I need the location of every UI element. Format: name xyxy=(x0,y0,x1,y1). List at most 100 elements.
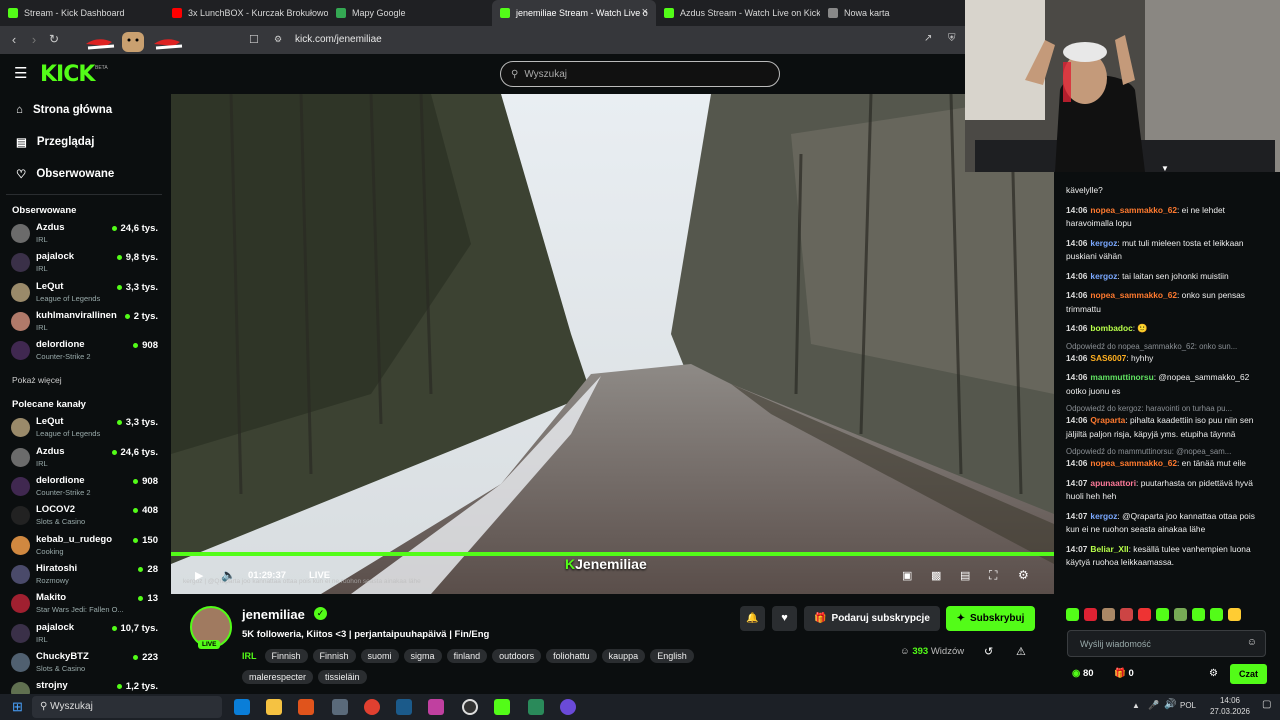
emote-icon[interactable] xyxy=(1138,608,1151,621)
stream-tag[interactable]: kauppa xyxy=(601,649,646,663)
sidebar-channel[interactable]: Hiratoshi Rozmowy 28 xyxy=(0,560,168,589)
sidebar-nav-item[interactable]: ▤ Przeglądaj xyxy=(0,126,168,158)
notification-bell-button[interactable]: 🔔 xyxy=(740,606,765,631)
stream-tag[interactable]: malerespecter xyxy=(242,670,314,684)
back-icon[interactable]: ‹ xyxy=(4,32,24,47)
tray-chevron-icon[interactable]: ▲ xyxy=(1132,701,1140,710)
chat-username[interactable]: nopea_sammakko_62 xyxy=(1090,290,1177,300)
chat-username[interactable]: Qraparta xyxy=(1090,415,1125,425)
emote-icon[interactable] xyxy=(1156,608,1169,621)
steam-icon[interactable] xyxy=(396,699,412,715)
sidebar-channel[interactable]: delordione Counter-Strike 2 908 xyxy=(0,472,168,501)
settings-icon[interactable]: ⚙ xyxy=(1018,568,1029,582)
sidebar-channel[interactable]: strojny 1,2 tys. xyxy=(0,677,168,694)
emote-icon[interactable] xyxy=(1102,608,1115,621)
shield-icon[interactable]: ⛨ xyxy=(948,33,956,44)
share-stream-icon[interactable]: ↺ xyxy=(984,645,993,658)
chat-settings-icon[interactable]: ⚙ xyxy=(1209,668,1218,679)
volume-icon[interactable]: 🔈 xyxy=(221,568,236,582)
clip-icon[interactable]: ▩ xyxy=(931,569,941,582)
stream-tag[interactable]: Finnish xyxy=(264,649,308,663)
sidebar-channel[interactable]: Makito Star Wars Jedi: Fallen O... 13 xyxy=(0,589,168,618)
browser-tab[interactable]: jenemiliae Stream - Watch Live o × xyxy=(492,0,656,26)
streamer-name[interactable]: jenemiliae xyxy=(242,607,305,622)
search-input[interactable]: ⚲ Wyszukaj xyxy=(500,61,780,87)
emote-icon[interactable] xyxy=(1084,608,1097,621)
stream-tag[interactable]: outdoors xyxy=(492,649,542,663)
show-more-link[interactable]: Pokaż więcej xyxy=(0,371,168,389)
fullscreen-icon[interactable]: ⛶ xyxy=(989,568,997,583)
chat-username[interactable]: bombadoc xyxy=(1090,323,1132,333)
category-link[interactable]: IRL xyxy=(242,651,257,661)
sidebar-channel[interactable]: pajalock IRL 10,7 tys. xyxy=(0,619,168,648)
chat-input[interactable]: Wyślij wiadomość ☺ xyxy=(1067,630,1266,657)
browser-tab[interactable]: Mapy Google xyxy=(328,0,492,26)
play-icon[interactable]: ▶ xyxy=(195,569,203,582)
pip-icon[interactable]: ▣ xyxy=(902,569,912,582)
sidebar-channel[interactable]: delordione Counter-Strike 2 908 xyxy=(0,336,168,365)
sheet-icon[interactable] xyxy=(528,699,544,715)
obs-icon[interactable] xyxy=(462,699,478,715)
emote-icon[interactable] xyxy=(1174,608,1187,621)
language-indicator[interactable]: POL xyxy=(1180,701,1196,710)
sidebar-channel[interactable]: ChuckyBTZ Slots & Casino 223 xyxy=(0,648,168,677)
share-icon[interactable]: ↗ xyxy=(924,33,932,44)
sidebar-nav-item[interactable]: ⌂ Strona główna xyxy=(0,94,168,126)
site-info-icon[interactable]: ⚙ xyxy=(274,34,282,45)
kick-app-icon[interactable] xyxy=(494,699,510,715)
explorer-icon[interactable] xyxy=(266,699,282,715)
browser-tab[interactable]: Stream - Kick Dashboard xyxy=(0,0,164,26)
stream-tag[interactable]: tissieläin xyxy=(318,670,367,684)
windows-start-icon[interactable]: ⊞ xyxy=(12,699,23,715)
mic-icon[interactable]: 🎤 xyxy=(1148,700,1159,711)
browser-tab[interactable]: Nowa karta xyxy=(820,0,984,26)
stream-tag[interactable]: sigma xyxy=(403,649,442,663)
sidebar-channel[interactable]: kebab_u_rudego Cooking 150 xyxy=(0,531,168,560)
chat-username[interactable]: SAS6007 xyxy=(1090,353,1126,363)
stream-tag[interactable]: English xyxy=(650,649,694,663)
channel-points[interactable]: ◉ 80 xyxy=(1072,668,1094,679)
menu-icon[interactable]: ☰ xyxy=(14,66,27,81)
app-icon[interactable] xyxy=(332,699,348,715)
chat-username[interactable]: kergoz xyxy=(1090,511,1117,521)
emote-icon[interactable] xyxy=(1066,608,1079,621)
brave-icon[interactable] xyxy=(298,699,314,715)
sidebar-channel[interactable]: LOCOV2 Slots & Casino 408 xyxy=(0,501,168,530)
browser-tab[interactable]: Azdus Stream - Watch Live on Kick xyxy=(656,0,820,26)
sidebar-channel[interactable]: LeQut League of Legends 3,3 tys. xyxy=(0,413,168,442)
kick-logo[interactable]: KICK xyxy=(40,62,95,87)
bookmark-icon[interactable]: ☐ xyxy=(249,33,259,46)
game-icon[interactable] xyxy=(428,699,444,715)
chat-username[interactable]: Beliar_XII xyxy=(1090,544,1128,554)
chrome-icon[interactable] xyxy=(364,699,380,715)
emote-icon[interactable] xyxy=(1120,608,1133,621)
video-player[interactable]: KJenemiliae kergoz | @Qraparta joo kanna… xyxy=(171,94,1054,594)
theater-icon[interactable]: ▤ xyxy=(960,569,970,582)
sidebar-channel[interactable]: Azdus IRL 24,6 tys. xyxy=(0,443,168,472)
gift-subs-button[interactable]: 🎁 Podaruj subskrypcje xyxy=(804,606,940,631)
stream-tag[interactable]: finland xyxy=(446,649,488,663)
stream-tag[interactable]: Finnish xyxy=(312,649,356,663)
sidebar-channel[interactable]: LeQut League of Legends 3,3 tys. xyxy=(0,278,168,307)
emote-icon[interactable] xyxy=(1192,608,1205,621)
taskbar-search[interactable]: ⚲ Wyszukaj xyxy=(32,696,222,718)
edge-icon[interactable] xyxy=(234,699,250,715)
chat-username[interactable]: nopea_sammakko_62 xyxy=(1090,458,1177,468)
stream-tag[interactable]: foliohattu xyxy=(546,649,597,663)
volume-tray-icon[interactable]: 🔊 xyxy=(1164,699,1176,710)
url-text[interactable]: kick.com/jenemiliae xyxy=(295,34,382,45)
notifications-icon[interactable]: ▢ xyxy=(1262,699,1271,710)
emoji-icon[interactable]: ☺ xyxy=(1247,637,1257,648)
stream-tag[interactable]: suomi xyxy=(360,649,399,663)
chat-send-button[interactable]: Czat xyxy=(1230,664,1267,684)
emote-icon[interactable] xyxy=(1210,608,1223,621)
forward-icon[interactable]: › xyxy=(24,32,44,47)
follow-button[interactable]: ♥ xyxy=(772,606,797,631)
report-icon[interactable]: ⚠ xyxy=(1016,645,1026,658)
chat-username[interactable]: nopea_sammakko_62 xyxy=(1090,205,1177,215)
chat-username[interactable]: kergoz xyxy=(1090,238,1117,248)
sidebar-channel[interactable]: kuhlmanvirallinen IRL 2 tys. xyxy=(0,307,168,336)
subscribe-button[interactable]: ✦ Subskrybuj xyxy=(946,606,1035,631)
reload-icon[interactable]: ↻ xyxy=(44,32,64,46)
sidebar-channel[interactable]: Azdus IRL 24,6 tys. xyxy=(0,219,168,248)
